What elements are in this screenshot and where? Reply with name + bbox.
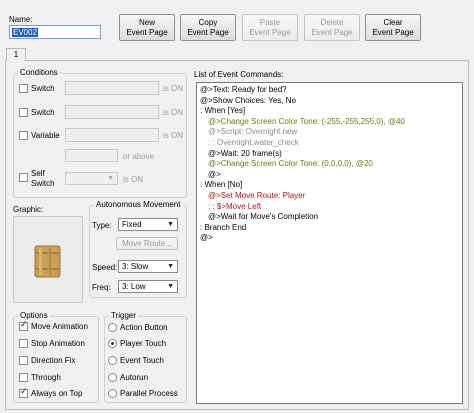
stop-animation-label: Stop Animation [31,339,85,348]
player-touch-radio[interactable] [108,339,117,348]
switch1-select[interactable] [65,81,159,95]
tab-page-1-label: 1 [13,50,19,59]
paste-event-page-line2: Event Page [249,27,291,37]
delete-event-page-line2: Event Page [311,27,353,37]
switch1-is-on-label: is ON [163,84,183,93]
variable-value-input[interactable] [65,149,118,162]
direction-fix-checkbox[interactable] [19,356,28,365]
event-command-line[interactable]: @>Change Screen Color Tone: (-255,-255,2… [208,117,405,127]
event-command-line[interactable]: @>Wait: 20 frame(s) [208,149,282,159]
player-touch-label: Player Touch [120,339,167,348]
event-command-line[interactable]: @>Text: Ready for bed? [200,85,287,95]
self-switch-label: Self Switch [31,169,55,189]
direction-fix-label: Direction Fix [31,356,76,365]
speed-select[interactable]: 3: Slow ▼ [118,260,178,273]
event-command-line[interactable]: @> [208,170,221,180]
move-animation-label: Move Animation [31,322,88,331]
self-switch-label-line2: Switch [31,179,55,188]
new-event-page-line2: Event Page [126,27,168,37]
parallel-process-radio[interactable] [108,389,117,398]
new-event-page-line1: New [138,17,155,27]
self-switch-label-line1: Self [31,169,45,178]
stop-animation-checkbox[interactable] [19,339,28,348]
options-title: Options [18,311,50,320]
speed-select-value: 3: Slow [122,262,149,271]
event-commands-list[interactable]: @>Text: Ready for bed? @>Show Choices: Ye… [196,82,463,404]
chevron-down-icon: ▼ [107,175,114,182]
event-command-line[interactable]: @>Show Choices: Yes, No [200,96,296,106]
event-command-line[interactable]: : When [Yes] [200,106,245,116]
self-switch-checkbox[interactable] [19,173,28,182]
self-switch-is-on-label: is ON [123,175,143,184]
move-animation-checkbox[interactable] [19,320,28,331]
chevron-down-icon: ▼ [167,283,174,290]
switch1-checkbox[interactable] [19,84,28,93]
event-touch-label: Event Touch [120,356,164,365]
conditions-title: Conditions [18,68,60,77]
freq-select[interactable]: 3: Low ▼ [118,280,178,293]
graphic-title: Graphic: [13,205,44,214]
switch2-label: Switch [31,108,55,117]
autonomous-movement-title: Autonomous Movement [94,200,183,209]
switch2-is-on-label: is ON [163,108,183,117]
event-command-line[interactable]: @>Wait for Move's Completion [208,212,318,222]
paste-event-page-button[interactable]: Paste Event Page [242,14,298,41]
variable-label: Variable [31,131,60,140]
switch2-checkbox[interactable] [19,108,28,117]
event-command-line[interactable]: : : Overnight.water_check [208,138,299,148]
move-route-button[interactable]: Move Route... [116,237,178,250]
event-command-line[interactable]: : Branch End [200,223,246,233]
event-command-line[interactable]: @> [200,233,213,243]
name-label: Name: [9,15,33,24]
name-input-value: EV002 [12,28,39,37]
name-input[interactable]: EV002 [9,25,101,39]
clear-event-page-line1: Clear [383,17,403,27]
move-route-button-label: Move Route... [122,238,172,248]
delete-event-page-button[interactable]: Delete Event Page [304,14,360,41]
copy-event-page-button[interactable]: Copy Event Page [180,14,236,41]
speed-label: Speed: [92,263,118,272]
action-button-label: Action Button [120,323,168,332]
self-switch-select[interactable]: ▼ [65,172,118,185]
event-commands-title: List of Event Commands: [194,70,284,79]
always-on-top-label: Always on Top [31,389,83,398]
clear-event-page-button[interactable]: Clear Event Page [365,14,421,41]
delete-event-page-line1: Delete [320,17,344,27]
barrel-sprite-icon [34,245,61,278]
action-button-radio[interactable] [108,323,117,332]
freq-label: Freq: [92,283,111,292]
autorun-label: Autorun [120,373,149,382]
new-event-page-button[interactable]: New Event Page [119,14,175,41]
tab-page-1[interactable]: 1 [6,48,26,61]
type-select-value: Fixed [122,220,142,229]
event-command-line[interactable]: @>Change Screen Color Tone: (0,0,0,0), @… [208,159,373,169]
copy-event-page-line2: Event Page [187,27,229,37]
event-command-line[interactable]: @>Set Move Route: Player [208,191,305,201]
through-checkbox[interactable] [19,373,28,382]
parallel-process-label: Parallel Process [120,389,178,398]
chevron-down-icon: ▼ [167,263,174,270]
variable-checkbox[interactable] [19,131,28,140]
variable-select[interactable] [65,128,159,142]
type-label: Type: [92,221,112,230]
copy-event-page-line1: Copy [198,17,218,27]
variable-is-label: is ON [163,131,183,140]
switch1-label: Switch [31,84,55,93]
freq-select-value: 3: Low [122,282,146,291]
event-command-line[interactable]: : When [No] [200,180,242,190]
event-command-line[interactable]: @>Script: Overnight.new [208,127,297,137]
paste-event-page-line1: Paste [259,17,281,27]
always-on-top-checkbox[interactable] [19,387,28,398]
autorun-radio[interactable] [108,373,117,382]
event-command-line[interactable]: : : $>Move Left [208,202,261,212]
chevron-down-icon: ▼ [167,221,174,228]
event-touch-radio[interactable] [108,356,117,365]
trigger-title: Trigger [109,311,139,320]
clear-event-page-line2: Event Page [372,27,414,37]
or-above-label: or above [123,152,155,161]
graphic-preview[interactable] [13,216,83,303]
type-select[interactable]: Fixed ▼ [118,218,178,231]
through-label: Through [31,373,61,382]
switch2-select[interactable] [65,105,159,119]
